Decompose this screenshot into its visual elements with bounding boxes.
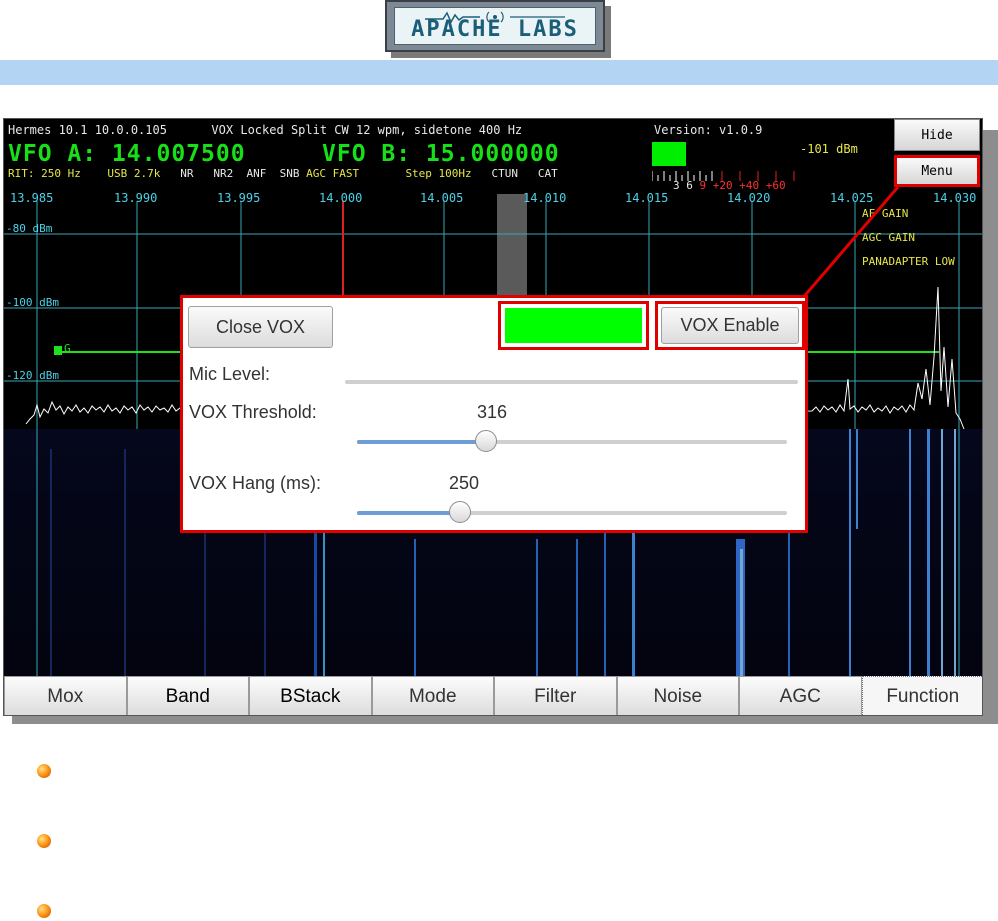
header-bar	[0, 60, 998, 85]
vox-hang-thumb[interactable]	[449, 501, 472, 523]
vox-enable-frame: VOX Enable	[655, 301, 805, 350]
snb-label[interactable]: SNB	[280, 167, 300, 180]
mic-level-label: Mic Level:	[189, 364, 271, 384]
anf-label[interactable]: ANF	[246, 167, 266, 180]
vox-hang-fill	[357, 511, 461, 515]
vox-threshold-thumb[interactable]	[475, 430, 497, 452]
hide-button[interactable]: Hide	[894, 119, 980, 151]
vox-threshold-slider[interactable]	[357, 430, 787, 452]
freq-label: 14.015	[625, 191, 669, 205]
bullet-icon	[37, 764, 51, 778]
freq-label: 14.010	[523, 191, 567, 205]
locked-status[interactable]: Locked	[240, 123, 283, 137]
agc-label[interactable]: AGC FAST	[306, 167, 359, 180]
function-button[interactable]: Function	[861, 676, 982, 715]
nr-label[interactable]: NR	[180, 167, 193, 180]
close-vox-button[interactable]: Close VOX	[188, 306, 333, 348]
version-label: Version: v1.0.9	[654, 123, 763, 137]
bottom-toolbar: Mox Band BStack Mode Filter Noise AGC Fu…	[4, 676, 982, 715]
filter-button[interactable]: Filter	[494, 676, 617, 715]
vox-hang-value: 250	[449, 473, 480, 493]
freq-label: 13.990	[114, 191, 158, 205]
nr2-label[interactable]: NR2	[213, 167, 233, 180]
vfo-a[interactable]: VFO A: 14.007500	[8, 141, 246, 167]
bullet-icon	[37, 904, 51, 918]
callout-line	[799, 186, 900, 301]
logo-plate: APACHE LABS	[394, 7, 596, 45]
smeter-bar	[652, 142, 686, 166]
vox-hang-slider[interactable]	[357, 501, 787, 523]
cw-status: CW 12 wpm, sidetone 400 Hz	[334, 123, 523, 137]
vox-indicator-frame	[498, 301, 649, 350]
vox-hang-label: VOX Hang (ms):	[189, 473, 322, 493]
freq-label: 14.000	[319, 191, 363, 205]
bstack-button[interactable]: BStack	[249, 676, 372, 715]
vox-enable-button[interactable]: VOX Enable	[661, 307, 799, 344]
step-label[interactable]: Step 100Hz	[405, 167, 471, 180]
noise-button[interactable]: Noise	[616, 676, 739, 715]
freq-label: 14.005	[420, 191, 464, 205]
freq-label: 14.020	[727, 191, 771, 205]
freq-label: 13.985	[10, 191, 54, 205]
mode-button[interactable]: Mode	[371, 676, 494, 715]
split-status[interactable]: Split	[291, 123, 327, 137]
agc-button[interactable]: AGC	[739, 676, 862, 715]
vox-threshold-label: VOX Threshold:	[189, 402, 317, 422]
bullet-icon	[37, 834, 51, 848]
dbm-label: -80 dBm	[6, 222, 53, 235]
freq-label: 13.995	[217, 191, 261, 205]
mic-level-meter	[345, 380, 798, 384]
smeter-labels-white: 3 6	[673, 179, 693, 192]
vox-threshold-fill	[357, 440, 486, 444]
smeter-dbm: -101 dBm	[800, 142, 858, 156]
vox-indicator	[505, 308, 642, 343]
ctun-label[interactable]: CTUN	[492, 167, 519, 180]
vox-dialog: Close VOX VOX Enable Mic Level: VOX Thre…	[180, 295, 808, 533]
vox-threshold-value: 316	[477, 402, 508, 422]
squelch-handle[interactable]	[54, 346, 62, 355]
dbm-label: -100 dBm	[6, 296, 59, 309]
mode-label[interactable]: USB 2.7k	[107, 167, 160, 180]
band-button[interactable]: Band	[126, 676, 249, 715]
vox-status[interactable]: VOX	[211, 123, 233, 137]
freq-label: 14.030	[933, 191, 977, 205]
radio-wave-icon	[425, 11, 565, 23]
squelch-marker-label: G	[64, 342, 71, 355]
vfo-b[interactable]: VFO B: 15.000000	[322, 141, 560, 167]
rit-label[interactable]: RIT: 250 Hz	[8, 167, 81, 180]
dbm-label: -120 dBm	[6, 369, 59, 382]
cat-label: CAT	[537, 167, 558, 180]
radio-info: Hermes 10.1 10.0.0.105	[8, 123, 167, 137]
mox-button[interactable]: Mox	[4, 676, 127, 715]
info-line: RIT: 250 Hz USB 2.7k NR NR2 ANF SNB AGC …	[8, 167, 558, 180]
menu-button[interactable]: Menu	[894, 155, 980, 187]
status-line: Hermes 10.1 10.0.0.105 VOX Locked Split …	[8, 123, 522, 137]
apache-labs-logo: APACHE LABS	[385, 0, 605, 52]
